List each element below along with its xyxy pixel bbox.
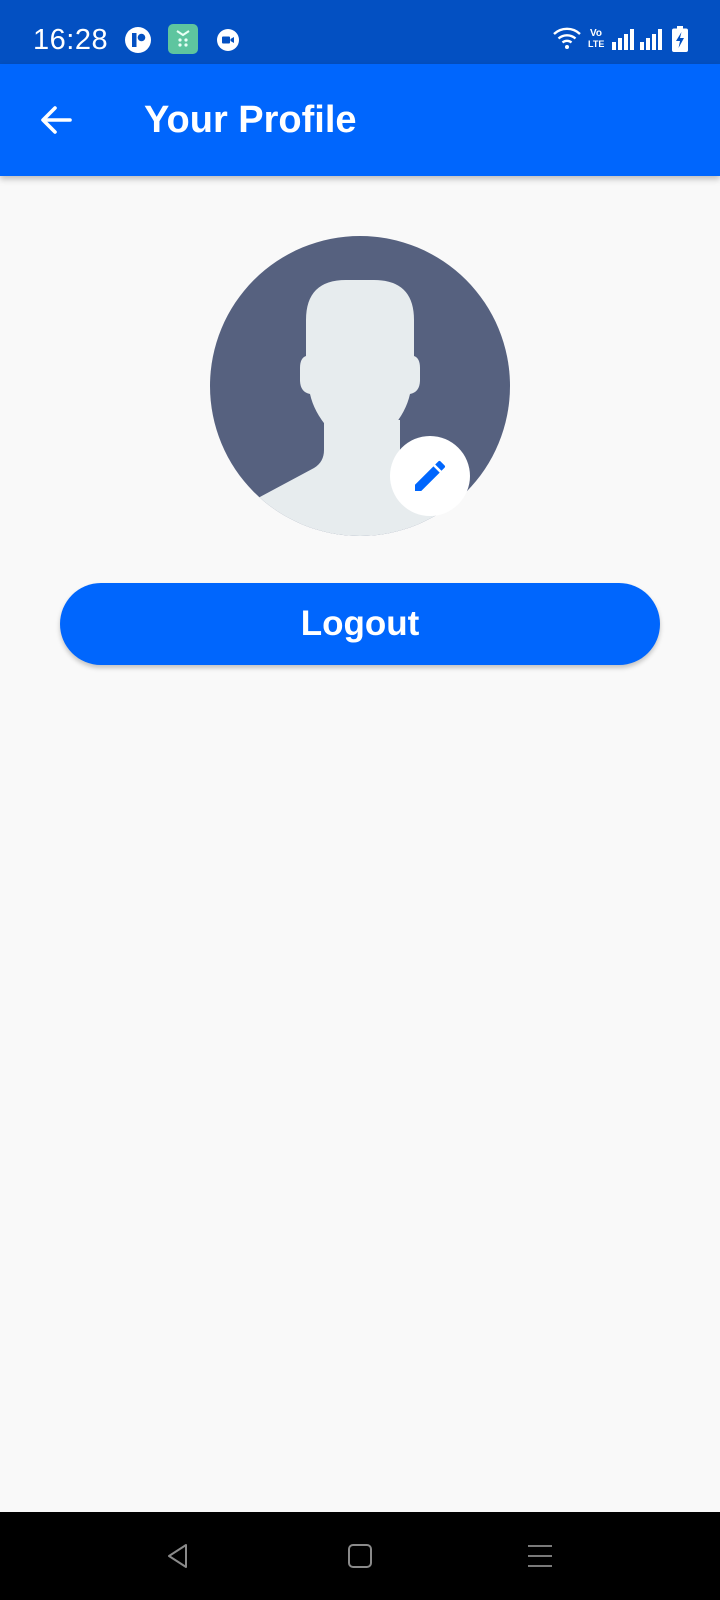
pencil-icon	[415, 460, 446, 491]
status-time: 16:28	[33, 24, 109, 56]
back-button[interactable]	[24, 88, 88, 152]
menu-lines-icon	[528, 1545, 552, 1567]
volte-bottom-text: LTE	[588, 39, 605, 49]
signal-sim2-icon	[640, 29, 662, 50]
video-call-icon	[217, 29, 239, 51]
nav-menu-button[interactable]	[512, 1528, 568, 1584]
wifi-icon	[553, 27, 581, 49]
status-bar: 16:28 Vo LTE	[0, 0, 720, 64]
home-square-icon	[348, 1544, 372, 1568]
page-title: Your Profile	[144, 99, 357, 141]
app-r-icon	[125, 27, 151, 53]
signal-sim1-icon	[612, 29, 634, 50]
back-triangle-icon	[168, 1544, 187, 1568]
battery-charging-icon	[672, 26, 688, 52]
logout-button[interactable]: Logout	[60, 583, 660, 665]
edit-avatar-button[interactable]	[390, 436, 470, 516]
calculator-app-icon	[168, 24, 198, 54]
nav-home-button[interactable]	[332, 1528, 388, 1584]
volte-icon: Vo LTE	[588, 28, 604, 52]
arrow-back-icon	[41, 106, 72, 134]
app-bar: Your Profile	[0, 64, 720, 176]
volte-top-text: Vo	[589, 28, 603, 39]
system-nav-bar	[0, 1512, 720, 1600]
nav-back-button[interactable]	[150, 1528, 206, 1584]
